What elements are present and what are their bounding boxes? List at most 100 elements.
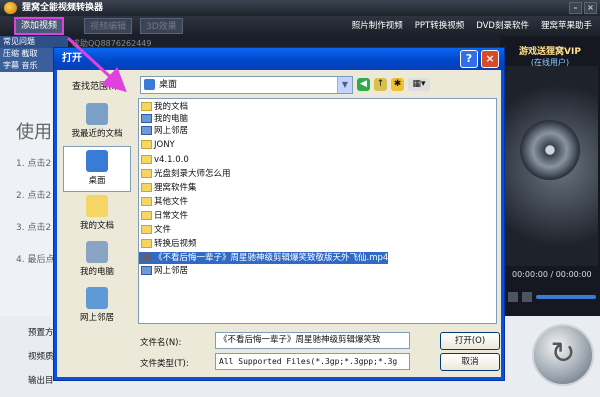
desktop-icon bbox=[144, 79, 155, 90]
filetype-label: 文件类型(T): bbox=[140, 359, 189, 369]
app-title: 狸窝全能视频转换器 bbox=[22, 3, 104, 13]
list-item[interactable]: 狸窝软件集 bbox=[139, 182, 197, 194]
place-documents-label: 我的文档 bbox=[79, 221, 114, 231]
close-icon[interactable]: × bbox=[584, 2, 597, 14]
my-computer-icon bbox=[86, 241, 108, 263]
my-documents-icon bbox=[86, 195, 108, 217]
volume-icon[interactable] bbox=[522, 292, 532, 302]
folder-icon bbox=[141, 169, 152, 178]
folder-icon bbox=[141, 183, 152, 192]
output-label: 输出目 bbox=[28, 376, 54, 386]
open-button[interactable]: 打开(O) bbox=[440, 332, 500, 350]
list-item[interactable]: 文件 bbox=[139, 224, 171, 236]
lookin-value: 桌面 bbox=[159, 80, 178, 90]
place-recent-label: 我最近的文档 bbox=[71, 129, 123, 139]
help-icon[interactable]: ? bbox=[460, 50, 478, 68]
folder-icon bbox=[141, 225, 152, 234]
list-item[interactable]: 光盘刻录大师怎么用 bbox=[139, 168, 231, 180]
dvd-burn-link[interactable]: DVD刻录软件 bbox=[476, 16, 529, 36]
photo-video-link[interactable]: 照片制作视频 bbox=[352, 16, 403, 36]
list-item[interactable]: v4.1.0.0 bbox=[139, 154, 189, 166]
cancel-button[interactable]: 取消 bbox=[440, 353, 500, 371]
list-item[interactable]: 转换后视频 bbox=[139, 238, 197, 250]
edit-video-button[interactable]: 视频编辑 bbox=[84, 18, 133, 34]
list-item[interactable]: 我的电脑 bbox=[139, 113, 188, 125]
desktop-icon bbox=[86, 150, 108, 172]
open-file-dialog: 打开 ? × 查找范围(I): 桌面 ▼ ◀ ↑ ✱ ▦▾ 我最近的文档 桌面 … bbox=[54, 48, 504, 380]
3d-effect-button[interactable]: 3D效果 bbox=[140, 18, 183, 34]
player-controls bbox=[508, 290, 596, 304]
place-computer-label: 我的电脑 bbox=[79, 267, 114, 277]
network-icon bbox=[141, 126, 152, 135]
dialog-title: 打开 bbox=[54, 48, 504, 70]
faq-tab[interactable]: 常见问题 bbox=[0, 36, 68, 48]
list-item[interactable]: JONY bbox=[139, 139, 175, 151]
file-name: 光盘刻录大师怎么用 bbox=[154, 169, 231, 179]
file-name: 日常文件 bbox=[154, 211, 189, 221]
folder-icon bbox=[141, 211, 152, 220]
place-network[interactable]: 网上邻居 bbox=[63, 284, 131, 330]
app-titlebar: 狸窝全能视频转换器 – × bbox=[0, 0, 600, 16]
list-item-selected[interactable]: 《不看后悔一辈子》周星驰神级剪辑爆笑致敬版天外飞仙.mp4 bbox=[139, 252, 389, 264]
network-icon bbox=[86, 287, 108, 309]
file-name: 我的电脑 bbox=[154, 114, 189, 124]
usage-heading: 使用 bbox=[16, 122, 52, 143]
place-network-label: 网上邻居 bbox=[79, 313, 114, 323]
step-2: 2. 点击2 bbox=[16, 191, 52, 201]
file-name: 文件 bbox=[154, 225, 172, 235]
filetype-select[interactable]: All Supported Files(*.3gp;*.3gpp;*.3g bbox=[215, 353, 410, 370]
film-reel-icon bbox=[520, 120, 580, 180]
folder-icon bbox=[141, 155, 152, 164]
folder-icon bbox=[141, 140, 152, 149]
view-menu-icon[interactable]: ▦▾ bbox=[408, 78, 430, 91]
quality-label: 视频质 bbox=[28, 352, 54, 362]
minimize-icon[interactable]: – bbox=[569, 2, 582, 14]
list-item[interactable]: 网上邻居 bbox=[139, 125, 188, 137]
list-item[interactable]: 我的文档 bbox=[139, 101, 188, 113]
file-name: 网上邻居 bbox=[154, 126, 189, 136]
file-name: 我的文档 bbox=[154, 102, 189, 112]
playback-time: 00:00:00 / 00:00:00 bbox=[512, 270, 592, 279]
list-item[interactable]: 日常文件 bbox=[139, 210, 188, 222]
app-logo-icon bbox=[4, 2, 17, 14]
list-item[interactable]: 网上邻居 bbox=[139, 265, 188, 277]
back-icon[interactable]: ◀ bbox=[357, 78, 370, 91]
place-computer[interactable]: 我的电脑 bbox=[63, 238, 131, 284]
convert-button[interactable]: ↻ bbox=[532, 324, 594, 386]
step-1: 1. 点击2 bbox=[16, 159, 52, 169]
place-desktop[interactable]: 桌面 bbox=[63, 146, 131, 192]
place-desktop-label: 桌面 bbox=[88, 176, 106, 186]
play-icon[interactable] bbox=[508, 292, 518, 302]
file-name: 狸窝软件集 bbox=[154, 183, 197, 193]
volume-slider[interactable] bbox=[536, 295, 596, 299]
top-links: 照片制作视频 PPT转换视频 DVD刻录软件 狸窝苹果助手 bbox=[352, 16, 592, 36]
dialog-close-icon[interactable]: × bbox=[481, 50, 499, 68]
preset-label: 预置方 bbox=[28, 328, 54, 338]
add-video-button[interactable]: 添加视频 bbox=[14, 17, 65, 35]
filename-input[interactable]: 《不看后悔一辈子》周星驰神级剪辑爆笑致 bbox=[215, 332, 410, 349]
folder-icon bbox=[141, 239, 152, 248]
ppt-video-link[interactable]: PPT转换视频 bbox=[415, 16, 464, 36]
folder-icon bbox=[141, 197, 152, 206]
filename-label: 文件名(N): bbox=[140, 338, 182, 348]
step-3: 3. 点击2 bbox=[16, 223, 52, 233]
apple-helper-link[interactable]: 狸窝苹果助手 bbox=[541, 16, 592, 36]
file-name: 网上邻居 bbox=[154, 266, 189, 276]
recent-docs-icon bbox=[86, 103, 108, 125]
computer-icon bbox=[141, 114, 152, 123]
list-item[interactable]: 其他文件 bbox=[139, 196, 188, 208]
lookin-label: 查找范围(I): bbox=[72, 82, 121, 92]
file-name: 《不看后悔一辈子》周星驰神级剪辑爆笑致敬版天外飞仙.mp4 bbox=[154, 253, 389, 263]
video-file-icon bbox=[141, 253, 152, 262]
place-recent[interactable]: 我最近的文档 bbox=[63, 100, 131, 146]
lookin-dropdown[interactable]: 桌面 ▼ bbox=[140, 76, 353, 94]
file-name: 转换后视频 bbox=[154, 239, 197, 249]
up-folder-icon[interactable]: ↑ bbox=[374, 78, 387, 91]
new-folder-icon[interactable]: ✱ bbox=[391, 78, 404, 91]
place-documents[interactable]: 我的文档 bbox=[63, 192, 131, 238]
step-4: 4. 最后点 bbox=[16, 255, 55, 265]
places-bar: 我最近的文档 桌面 我的文档 我的电脑 网上邻居 bbox=[63, 100, 131, 326]
vip-promo[interactable]: 游戏送狸窝VIP (在线用户) bbox=[500, 44, 600, 68]
chevron-down-icon[interactable]: ▼ bbox=[337, 77, 352, 93]
promo-line1: 游戏送狸窝VIP bbox=[519, 47, 581, 57]
